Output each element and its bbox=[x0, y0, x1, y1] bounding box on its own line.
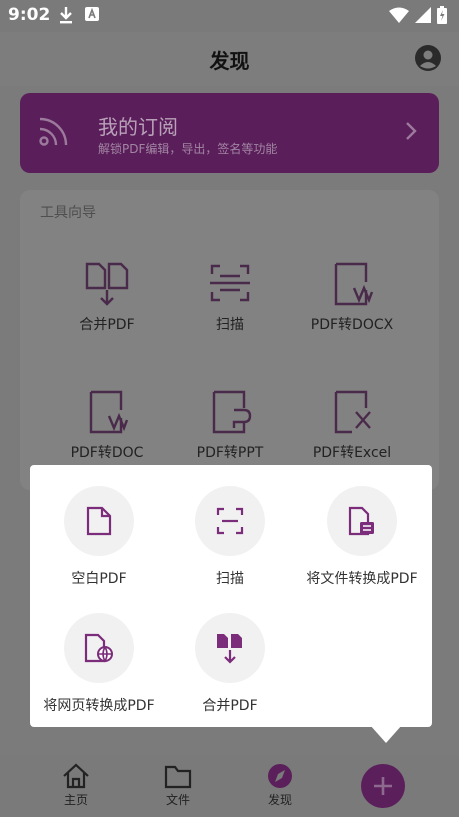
folder-icon bbox=[164, 765, 192, 789]
tool-label: PDF转DOC bbox=[70, 445, 144, 461]
tool-pdf-to-ppt[interactable]: PDF转PPT bbox=[160, 388, 300, 462]
rss-feed-icon bbox=[39, 117, 68, 146]
blank-page-icon bbox=[86, 506, 112, 536]
wifi-icon bbox=[389, 7, 409, 23]
scan-icon bbox=[210, 264, 250, 302]
pdf-to-doc-icon bbox=[89, 390, 129, 434]
tool-label: PDF转DOCX bbox=[310, 317, 394, 333]
create-merge-pdf[interactable]: 合并PDF bbox=[155, 613, 305, 715]
create-menu-label: 扫描 bbox=[216, 571, 244, 587]
status-time: 9:02 bbox=[8, 5, 51, 25]
tools-heading: 工具向导 bbox=[40, 205, 96, 221]
merge-icon bbox=[217, 634, 242, 664]
create-menu-label: 将网页转换成PDF bbox=[43, 698, 155, 714]
tool-pdf-to-doc[interactable]: PDF转DOC bbox=[37, 388, 177, 462]
battery-icon bbox=[437, 6, 447, 24]
create-menu-label: 合并PDF bbox=[202, 698, 258, 714]
home-icon bbox=[63, 763, 89, 789]
web-page-icon bbox=[84, 633, 113, 663]
tool-merge-pdf[interactable]: 合并PDF bbox=[37, 260, 177, 334]
nav-item-discover[interactable]: 发现 bbox=[250, 763, 310, 808]
tool-label: PDF转Excel bbox=[312, 445, 392, 461]
pdf-to-excel-icon bbox=[334, 390, 371, 434]
create-file-to-pdf[interactable]: 将文件转换成PDF bbox=[287, 486, 437, 588]
account-icon[interactable] bbox=[415, 45, 441, 71]
nav-label: 文件 bbox=[165, 793, 190, 807]
tool-pdf-to-excel[interactable]: PDF转Excel bbox=[282, 388, 422, 462]
tool-label: 合并PDF bbox=[79, 317, 135, 333]
create-menu-popup: 空白PDF 扫描 将文件转换成PDF 将网页转换成PDF 合并PDF bbox=[30, 465, 432, 727]
download-icon bbox=[60, 7, 72, 24]
nav-item-home[interactable]: 主页 bbox=[46, 763, 106, 808]
tool-scan[interactable]: 扫描 bbox=[160, 260, 300, 334]
popup-pointer bbox=[370, 725, 402, 743]
tool-label: PDF转PPT bbox=[196, 445, 264, 461]
chevron-right-icon bbox=[406, 122, 417, 140]
tool-pdf-to-docx[interactable]: PDF转DOCX bbox=[282, 260, 422, 334]
plus-icon bbox=[374, 777, 392, 795]
file-convert-icon bbox=[348, 506, 374, 536]
subscription-title: 我的订阅 bbox=[98, 115, 178, 139]
tools-panel: 工具向导 合并PDF 扫描 PDF转DOCX PDF转DOC PDF转PPT P… bbox=[20, 190, 439, 490]
create-scan[interactable]: 扫描 bbox=[155, 486, 305, 588]
bottom-nav: 主页 文件 发现 bbox=[0, 755, 459, 817]
pdf-to-docx-icon bbox=[334, 262, 374, 306]
create-menu-label: 将文件转换成PDF bbox=[306, 571, 418, 587]
create-blank-pdf[interactable]: 空白PDF bbox=[24, 486, 174, 588]
status-bar: 9:02 bbox=[0, 0, 459, 32]
scan-icon bbox=[216, 507, 244, 535]
nav-label: 发现 bbox=[267, 793, 292, 807]
nav-item-files[interactable]: 文件 bbox=[148, 763, 208, 808]
tool-label: 扫描 bbox=[216, 317, 244, 333]
merge-pdf-icon bbox=[85, 262, 129, 306]
add-button[interactable] bbox=[361, 764, 405, 808]
subscription-description: 解锁PDF编辑，导出，签名等功能 bbox=[98, 142, 278, 156]
compass-icon bbox=[268, 764, 292, 788]
page-title: 发现 bbox=[209, 49, 250, 73]
pdf-to-ppt-icon bbox=[212, 390, 252, 434]
create-menu-label: 空白PDF bbox=[71, 571, 127, 587]
text-badge-icon bbox=[85, 7, 99, 21]
app-bar: 发现 bbox=[0, 32, 459, 86]
subscription-card[interactable]: 我的订阅 解锁PDF编辑，导出，签名等功能 bbox=[20, 93, 439, 173]
signal-icon bbox=[415, 7, 431, 23]
nav-label: 主页 bbox=[63, 793, 88, 807]
create-web-to-pdf[interactable]: 将网页转换成PDF bbox=[24, 613, 174, 715]
